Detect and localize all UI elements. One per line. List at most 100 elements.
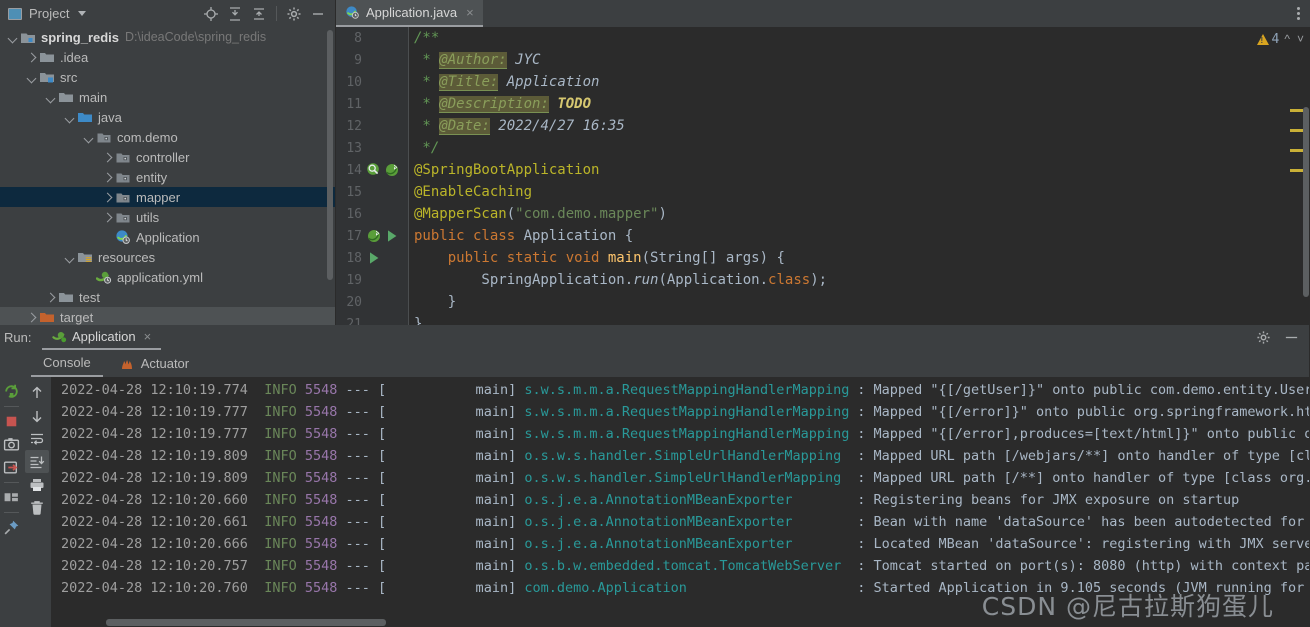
clear-all-icon[interactable] [25, 496, 49, 519]
warning-marker[interactable] [1290, 149, 1303, 152]
code-line[interactable]: } [408, 291, 1282, 313]
code-line[interactable]: * @Description: TODO [408, 93, 1282, 115]
run-subtab-actuator[interactable]: Actuator [107, 350, 201, 377]
code-line[interactable]: @EnableCaching [408, 181, 1282, 203]
expand-all-icon[interactable] [224, 3, 246, 25]
minimize-icon[interactable] [1280, 327, 1302, 349]
chevron-right-icon[interactable] [25, 51, 38, 64]
code-line[interactable]: public static void main(String[] args) { [408, 247, 1282, 269]
chevron-down-icon[interactable] [6, 31, 19, 44]
tree-item-utils[interactable]: utils [0, 207, 335, 227]
pin-icon[interactable] [1, 516, 22, 539]
log-timestamp: 2022-04-28 12:10:20.757 [61, 558, 248, 574]
tree-item-entity[interactable]: entity [0, 167, 335, 187]
tree-item-com-demo[interactable]: com.demo [0, 127, 335, 147]
chevron-right-icon[interactable] [101, 151, 114, 164]
editor-marker-rail[interactable] [1282, 27, 1310, 325]
print-icon[interactable] [25, 473, 49, 496]
scroll-to-end-icon[interactable] [25, 450, 49, 473]
run-tab-label: Application [72, 329, 136, 344]
tree-item-application-yml[interactable]: application.yml [0, 267, 335, 287]
scroll-up-icon[interactable] [25, 381, 49, 404]
editor-body[interactable]: 89101112131415161718192021 /** * @Author… [336, 27, 1310, 325]
chevron-down-icon[interactable] [63, 111, 76, 124]
tree-item-src[interactable]: src [0, 67, 335, 87]
code-line[interactable]: SpringApplication.run(Application.class)… [408, 269, 1282, 291]
rerun-icon[interactable] [1, 380, 22, 403]
chevron-down-icon[interactable]: ˅ [1295, 32, 1306, 46]
collapse-all-icon[interactable] [248, 3, 270, 25]
chevron-down-icon[interactable] [82, 131, 95, 144]
log-separator: --- [ [337, 448, 386, 464]
editor-tab-application-java[interactable]: Application.java × [336, 0, 483, 27]
locate-icon[interactable] [200, 3, 222, 25]
log-separator: : [857, 448, 873, 464]
minimize-icon[interactable] [307, 3, 329, 25]
chevron-right-icon[interactable] [101, 191, 114, 204]
chevron-down-icon[interactable] [63, 251, 76, 264]
code-line[interactable]: @SpringBootApplication [408, 159, 1282, 181]
code-line[interactable]: } [408, 313, 1282, 325]
console-output-scroll[interactable]: 2022-04-28 12:10:19.774 INFO 5548 --- [ … [51, 377, 1310, 627]
spring-bean-icon[interactable] [366, 228, 382, 244]
project-tree-scrollbar[interactable] [327, 30, 333, 280]
stop-icon[interactable] [1, 410, 22, 433]
close-icon[interactable]: × [144, 329, 152, 344]
tree-item-resources[interactable]: resources [0, 247, 335, 267]
chevron-right-icon[interactable] [25, 311, 38, 324]
tree-item-main[interactable]: main [0, 87, 335, 107]
tree-item-spring-redis[interactable]: spring_redisD:\ideaCode\spring_redis [0, 27, 335, 47]
screenshot-icon[interactable] [1, 433, 22, 456]
chevron-down-icon[interactable] [44, 91, 57, 104]
tree-item-label: Application [136, 230, 200, 245]
tree-item--idea[interactable]: .idea [0, 47, 335, 67]
code-token: public class [414, 228, 524, 244]
chevron-right-icon[interactable] [44, 291, 57, 304]
run-subtab-console[interactable]: Console [31, 350, 103, 377]
scroll-down-icon[interactable] [25, 404, 49, 427]
code-line[interactable]: @MapperScan("com.demo.mapper") [408, 203, 1282, 225]
tree-item-java[interactable]: java [0, 107, 335, 127]
thread-dump-icon[interactable] [1, 456, 22, 479]
code-line[interactable]: * @Author: JYC [408, 49, 1282, 71]
gear-icon[interactable] [283, 3, 305, 25]
code-token: } [414, 316, 422, 325]
tree-item-test[interactable]: test [0, 287, 335, 307]
chevron-down-icon[interactable] [25, 71, 38, 84]
warning-marker[interactable] [1290, 169, 1303, 172]
chevron-up-icon[interactable]: ^ [1282, 32, 1292, 46]
run-icon[interactable] [384, 228, 400, 244]
gutter-icons [366, 250, 382, 266]
code-line[interactable]: * @Title: Application [408, 71, 1282, 93]
tree-item-mapper[interactable]: mapper [0, 187, 335, 207]
bean-inspect-icon[interactable] [366, 162, 382, 178]
more-vertical-icon[interactable] [1293, 3, 1304, 24]
run-tab-application[interactable]: Application × [42, 325, 161, 350]
spring-bean-icon[interactable] [384, 162, 400, 178]
gear-icon[interactable] [1252, 327, 1274, 349]
editor-gutter[interactable]: 89101112131415161718192021 [336, 27, 408, 325]
code-line[interactable]: */ [408, 137, 1282, 159]
warning-marker[interactable] [1290, 109, 1303, 112]
layout-icon[interactable] [1, 486, 22, 509]
chevron-right-icon[interactable] [101, 171, 114, 184]
code-line[interactable]: * @Date: 2022/4/27 16:35 [408, 115, 1282, 137]
editor-scrollbar-thumb[interactable] [1303, 107, 1309, 297]
editor-code[interactable]: /** * @Author: JYC * @Title: Application… [408, 27, 1282, 325]
close-icon[interactable]: × [466, 5, 474, 20]
soft-wrap-icon[interactable] [25, 427, 49, 450]
project-tree[interactable]: spring_redisD:\ideaCode\spring_redis.ide… [0, 27, 335, 325]
code-line[interactable]: /** [408, 27, 1282, 49]
console-hscrollbar-thumb[interactable] [106, 619, 386, 626]
tree-item-application[interactable]: Application [0, 227, 335, 247]
run-subtabs[interactable]: ConsoleActuator [23, 350, 1310, 377]
chevron-down-icon[interactable] [78, 11, 86, 16]
tree-item-target[interactable]: target [0, 307, 335, 325]
tree-item-controller[interactable]: controller [0, 147, 335, 167]
code-line[interactable]: public class Application { [408, 225, 1282, 247]
run-icon[interactable] [366, 250, 382, 266]
chevron-right-icon[interactable] [101, 211, 114, 224]
gutter-line: 14 [336, 159, 408, 181]
warning-marker[interactable] [1290, 129, 1303, 132]
console-log-line: 2022-04-28 12:10:20.760 INFO 5548 --- [ … [51, 577, 1310, 599]
